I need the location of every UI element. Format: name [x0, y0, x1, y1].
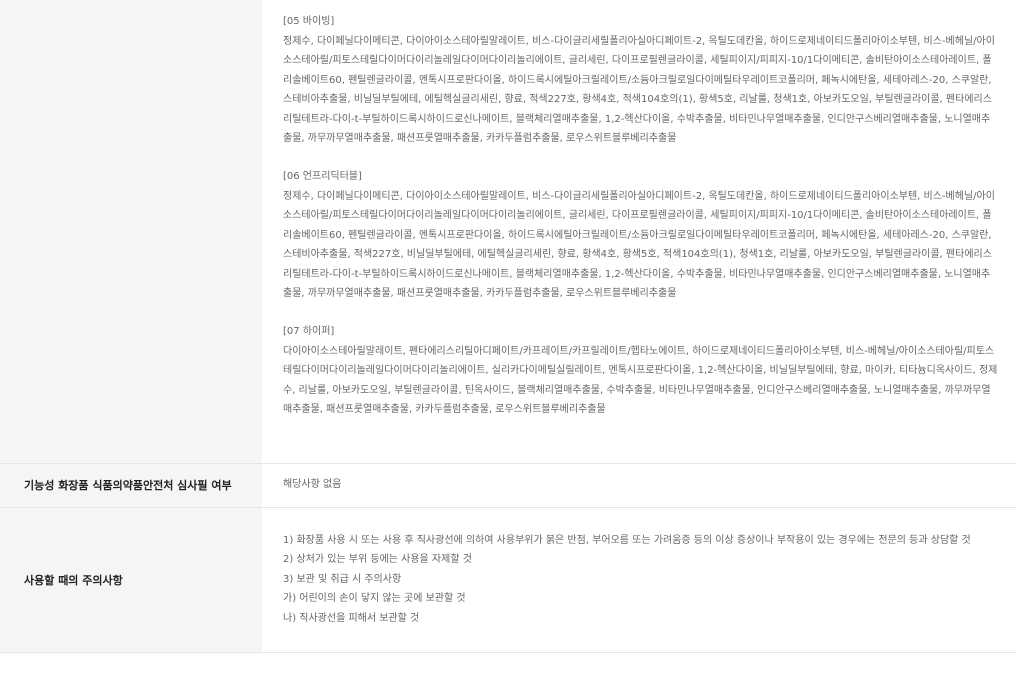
- ingredient-block-title: [07 하이퍼]: [283, 326, 335, 337]
- ingredient-block-text: 다이아이소스테아릴말레이트, 펜타에리스리틸아디페이트/카프레이트/카프릴레이트…: [283, 345, 998, 416]
- ingredients-row: [05 바이빙] 정제수, 다이페닐다이메티콘, 다이아이소스테아릴말레이트, …: [0, 0, 1016, 464]
- product-info-table: [05 바이빙] 정제수, 다이페닐다이메티콘, 다이아이소스테아릴말레이트, …: [0, 0, 1016, 653]
- ingredient-block-06: [06 언프리딕터블] 정제수, 다이페닐다이메티콘, 다이아이소스테아릴말레이…: [283, 167, 998, 304]
- functional-review-value: 해당사항 없음: [262, 463, 1016, 508]
- ingredient-block-07: [07 하이퍼] 다이아이소스테아릴말레이트, 펜타에리스리틸아디페이트/카프레…: [283, 322, 998, 420]
- caution-row: 사용할 때의 주의사항 1) 화장품 사용 시 또는 사용 후 직사광선에 의하…: [0, 507, 1016, 653]
- functional-review-row: 기능성 화장품 식품의약품안전처 심사필 여부 해당사항 없음: [0, 463, 1016, 508]
- ingredient-block-title: [05 바이빙]: [283, 16, 335, 27]
- caution-line: 3) 보관 및 취급 시 주의사항: [283, 573, 402, 585]
- caution-label: 사용할 때의 주의사항: [0, 507, 262, 653]
- ingredient-block-text: 정제수, 다이페닐다이메티콘, 다이아이소스테아릴말레이트, 비스-다이글리세릴…: [283, 190, 995, 300]
- caution-value-cell: 1) 화장품 사용 시 또는 사용 후 직사광선에 의하여 사용부위가 붉은 반…: [262, 507, 1016, 653]
- ingredient-block-05: [05 바이빙] 정제수, 다이페닐다이메티콘, 다이아이소스테아릴말레이트, …: [283, 12, 998, 149]
- caution-line: 가) 어린이의 손이 닿지 않는 곳에 보관할 것: [283, 593, 466, 605]
- functional-review-label: 기능성 화장품 식품의약품안전처 심사필 여부: [0, 463, 262, 508]
- ingredients-label-cell: [0, 0, 262, 464]
- caution-line: 1) 화장품 사용 시 또는 사용 후 직사광선에 의하여 사용부위가 붉은 반…: [283, 534, 971, 546]
- ingredient-block-text: 정제수, 다이페닐다이메티콘, 다이아이소스테아릴말레이트, 비스-다이글리세릴…: [283, 35, 995, 145]
- caution-line: 나) 직사광선을 피해서 보관할 것: [283, 612, 420, 624]
- caution-line: 2) 상처가 있는 부위 등에는 사용을 자제할 것: [283, 554, 472, 566]
- ingredient-block-title: [06 언프리딕터블]: [283, 171, 362, 182]
- ingredients-value-cell: [05 바이빙] 정제수, 다이페닐다이메티콘, 다이아이소스테아릴말레이트, …: [262, 0, 1016, 464]
